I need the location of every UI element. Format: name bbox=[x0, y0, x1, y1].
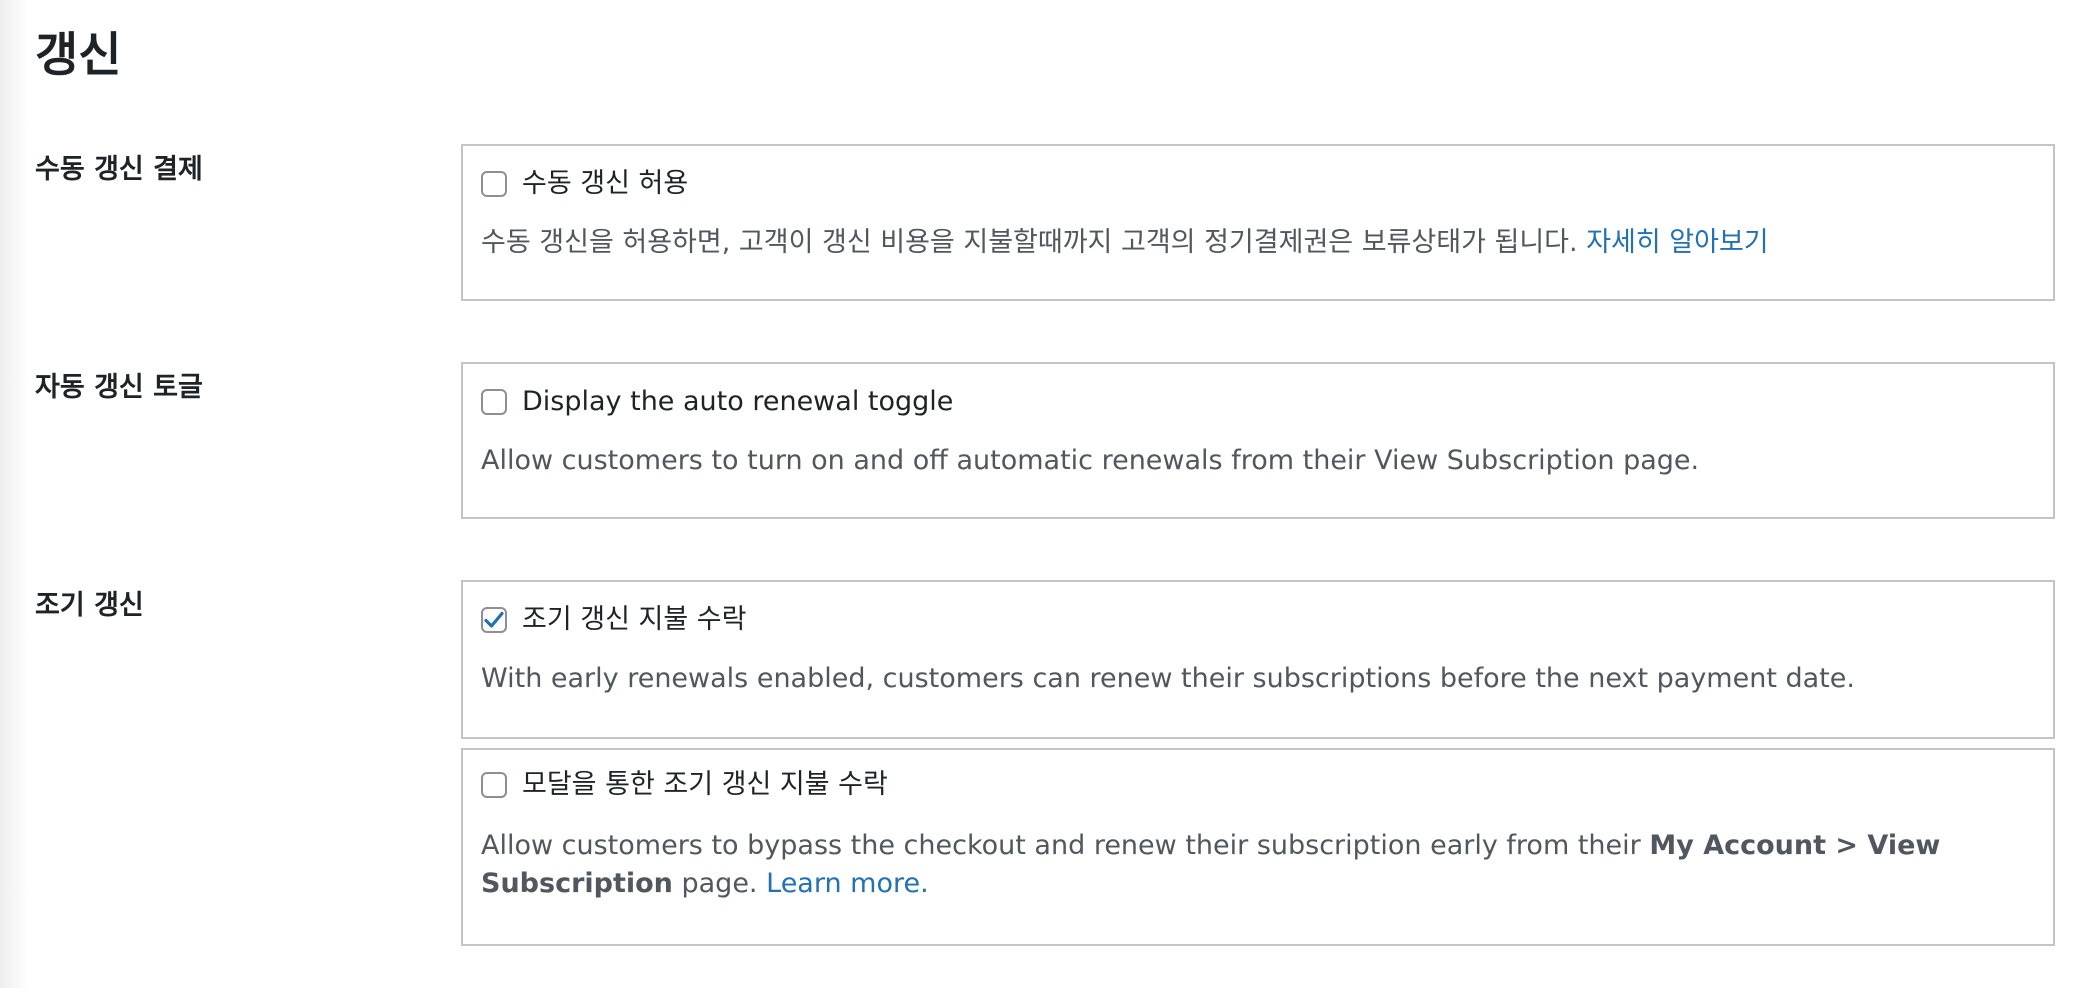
early-renewal-modal-description-suffix: page. bbox=[681, 868, 758, 899]
early-renewal-accept-box: 조기 갱신 지불 수락 With early renewals enabled,… bbox=[461, 580, 2055, 739]
checkmark-icon bbox=[484, 611, 504, 628]
auto-renewal-toggle-box: Display the auto renewal toggle Allow cu… bbox=[461, 362, 2055, 519]
manual-renewal-checkbox[interactable] bbox=[481, 171, 507, 197]
manual-renewal-label: 수동 갱신 결제 bbox=[35, 154, 203, 185]
manual-renewal-description-text: 수동 갱신을 허용하면, 고객이 갱신 비용을 지불할때까지 고객의 정기결제권… bbox=[481, 227, 1578, 258]
auto-renewal-toggle-option[interactable]: Display the auto renewal toggle bbox=[481, 384, 953, 420]
early-renewal-modal-description-text: Allow customers to bypass the checkout a… bbox=[481, 830, 1641, 861]
auto-renewal-toggle-description: Allow customers to turn on and off autom… bbox=[481, 445, 1700, 476]
manual-renewal-option[interactable]: 수동 갱신 허용 bbox=[481, 166, 688, 202]
early-renewal-accept-checkbox-label: 조기 갱신 지불 수락 bbox=[522, 604, 747, 635]
page-left-shadow bbox=[0, 0, 30, 988]
manual-renewal-learn-more-link[interactable]: 자세히 알아보기 bbox=[1586, 227, 1768, 258]
early-renewal-modal-checkbox[interactable] bbox=[481, 772, 507, 798]
early-renewal-modal-box: 모달을 통한 조기 갱신 지불 수락 Allow customers to by… bbox=[461, 748, 2055, 946]
auto-renewal-toggle-checkbox[interactable] bbox=[481, 389, 507, 415]
page-title: 갱신 bbox=[35, 28, 122, 83]
manual-renewal-description: 수동 갱신을 허용하면, 고객이 갱신 비용을 지불할때까지 고객의 정기결제권… bbox=[481, 224, 2013, 262]
early-renewal-modal-checkbox-label: 모달을 통한 조기 갱신 지불 수락 bbox=[522, 769, 888, 800]
manual-renewal-checkbox-label: 수동 갱신 허용 bbox=[522, 168, 689, 199]
auto-renewal-toggle-label: 자동 갱신 토글 bbox=[35, 372, 203, 403]
early-renewal-accept-description: With early renewals enabled, customers c… bbox=[481, 663, 1855, 694]
auto-renewal-toggle-checkbox-label: Display the auto renewal toggle bbox=[522, 386, 954, 417]
early-renewal-modal-description: Allow customers to bypass the checkout a… bbox=[481, 827, 2013, 903]
early-renewal-accept-checkbox[interactable] bbox=[481, 607, 507, 633]
early-renewal-accept-option[interactable]: 조기 갱신 지불 수락 bbox=[481, 602, 746, 638]
early-renewal-modal-option[interactable]: 모달을 통한 조기 갱신 지불 수락 bbox=[481, 767, 888, 803]
early-renewal-modal-learn-more-link[interactable]: Learn more. bbox=[766, 868, 929, 899]
early-renewal-label: 조기 갱신 bbox=[35, 590, 144, 621]
manual-renewal-box: 수동 갱신 허용 수동 갱신을 허용하면, 고객이 갱신 비용을 지불할때까지 … bbox=[461, 144, 2055, 301]
